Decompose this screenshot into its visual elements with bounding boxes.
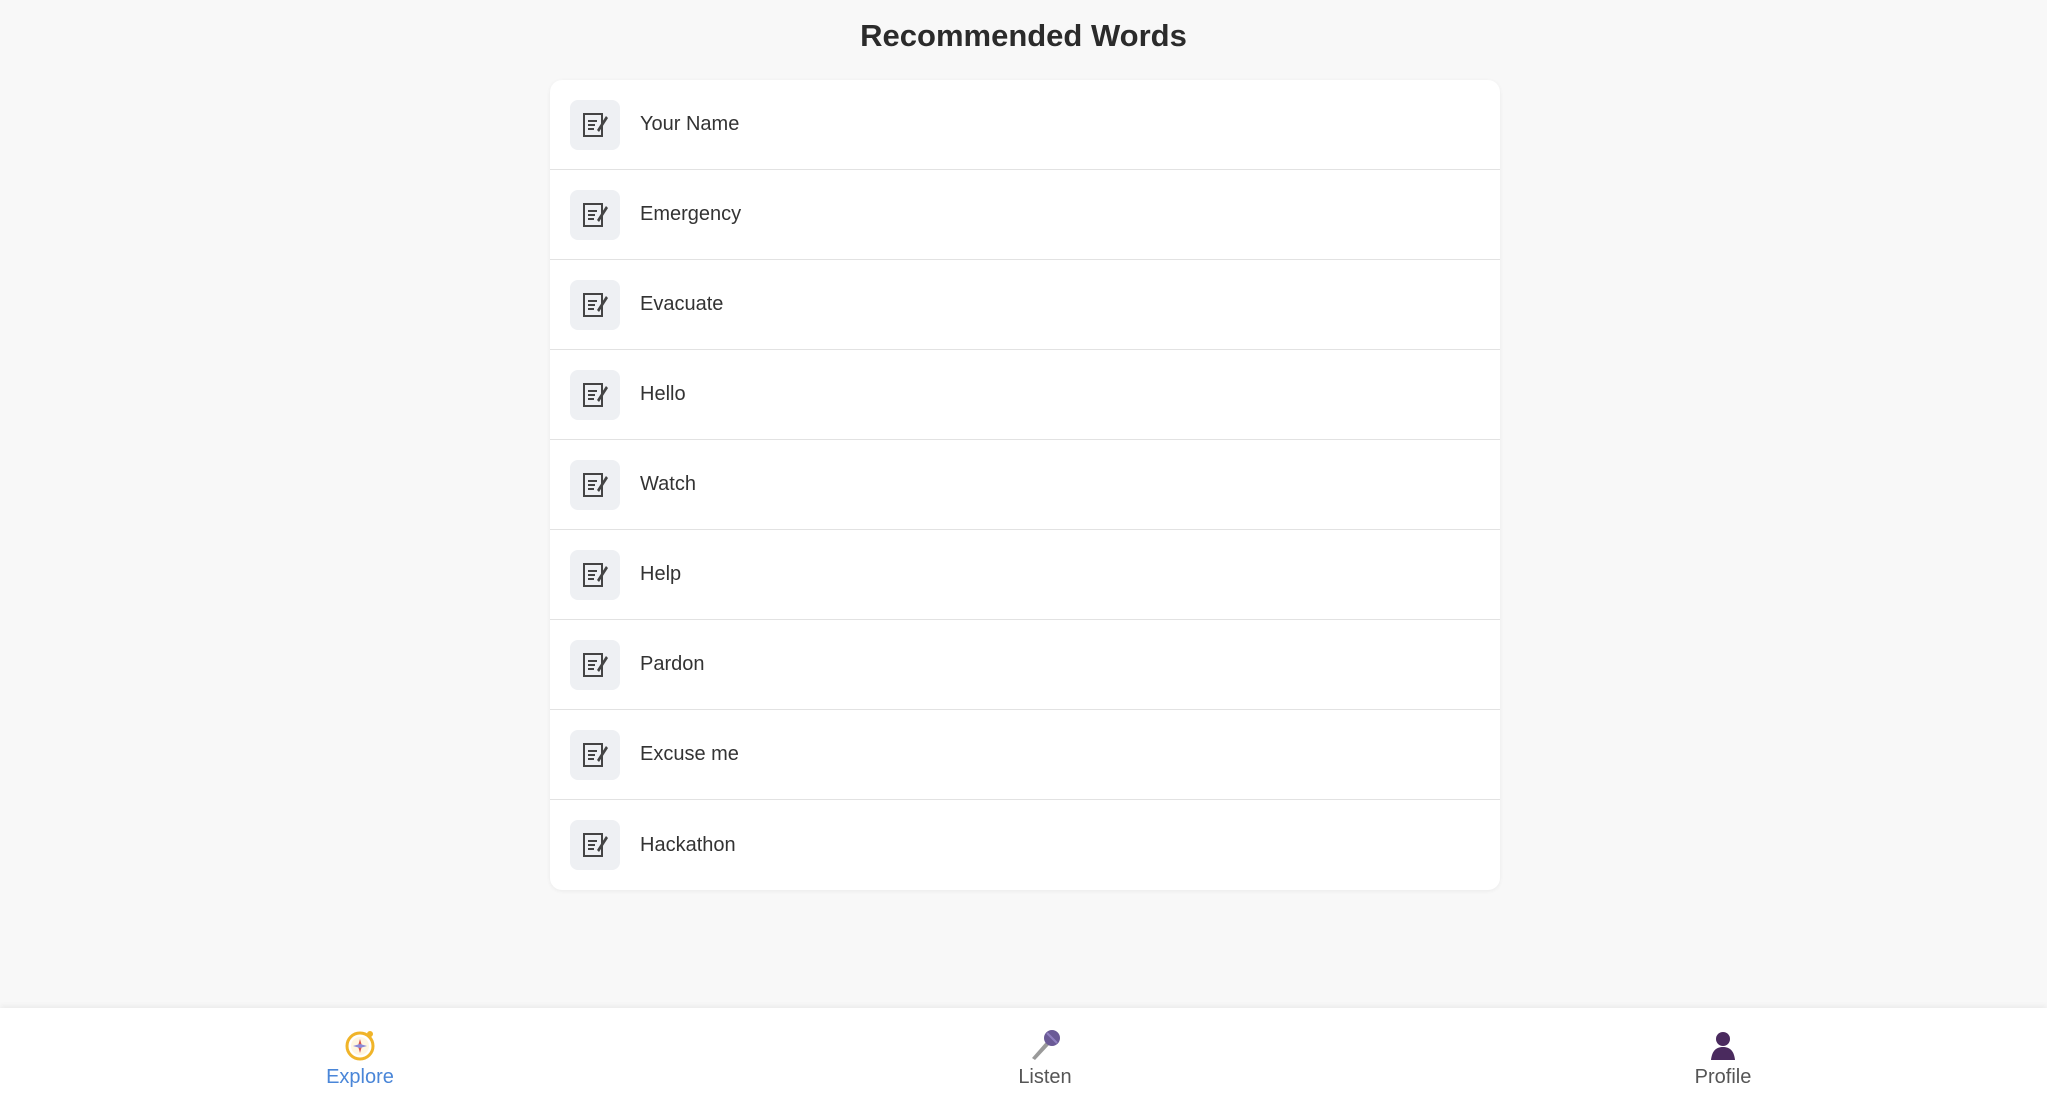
word-label: Evacuate	[640, 293, 724, 315]
nav-item-profile[interactable]: Profile	[1653, 1028, 1793, 1089]
word-row[interactable]: Emergency	[550, 170, 1500, 260]
word-label: Pardon	[640, 653, 705, 675]
edit-note-icon	[570, 369, 620, 420]
edit-note-icon	[570, 729, 620, 780]
word-row[interactable]: Excuse me	[550, 710, 1500, 800]
page-title: Recommended Words	[860, 18, 1187, 53]
word-label: Your Name	[640, 113, 740, 135]
edit-note-icon	[570, 279, 620, 330]
word-label: Help	[640, 563, 682, 585]
word-label: Watch	[640, 473, 696, 495]
word-label: Excuse me	[640, 743, 739, 765]
word-row[interactable]: Hello	[550, 350, 1500, 440]
nav-label-profile: Profile	[1694, 1066, 1752, 1088]
word-row[interactable]: Hackathon	[550, 800, 1500, 890]
person-icon	[1653, 1028, 1793, 1062]
edit-note-icon	[570, 549, 620, 600]
nav-item-listen[interactable]: Listen	[975, 1028, 1115, 1089]
nav-item-explore[interactable]: Explore	[290, 1028, 430, 1089]
edit-note-icon	[570, 189, 620, 240]
word-label: Hackathon	[640, 833, 736, 856]
bottom-nav: Explore Listen Profile	[0, 1008, 2047, 1105]
microphone-icon	[975, 1028, 1115, 1062]
edit-note-icon	[570, 459, 620, 510]
edit-note-icon	[570, 99, 620, 150]
word-row[interactable]: Evacuate	[550, 260, 1500, 350]
word-row[interactable]: Pardon	[550, 620, 1500, 710]
edit-note-icon	[570, 639, 620, 690]
app-page: Recommended Words Your Name Emergency Ev…	[0, 0, 2047, 1105]
word-row[interactable]: Watch	[550, 440, 1500, 530]
word-row[interactable]: Help	[550, 530, 1500, 620]
word-row[interactable]: Your Name	[550, 80, 1500, 170]
edit-note-icon	[570, 820, 620, 870]
nav-label-explore: Explore	[326, 1066, 394, 1088]
nav-label-listen: Listen	[1018, 1066, 1072, 1088]
word-label: Emergency	[640, 203, 742, 225]
word-list: Your Name Emergency Evacuate Hello Watch	[550, 80, 1500, 890]
compass-icon	[290, 1028, 430, 1062]
word-label: Hello	[640, 383, 686, 405]
